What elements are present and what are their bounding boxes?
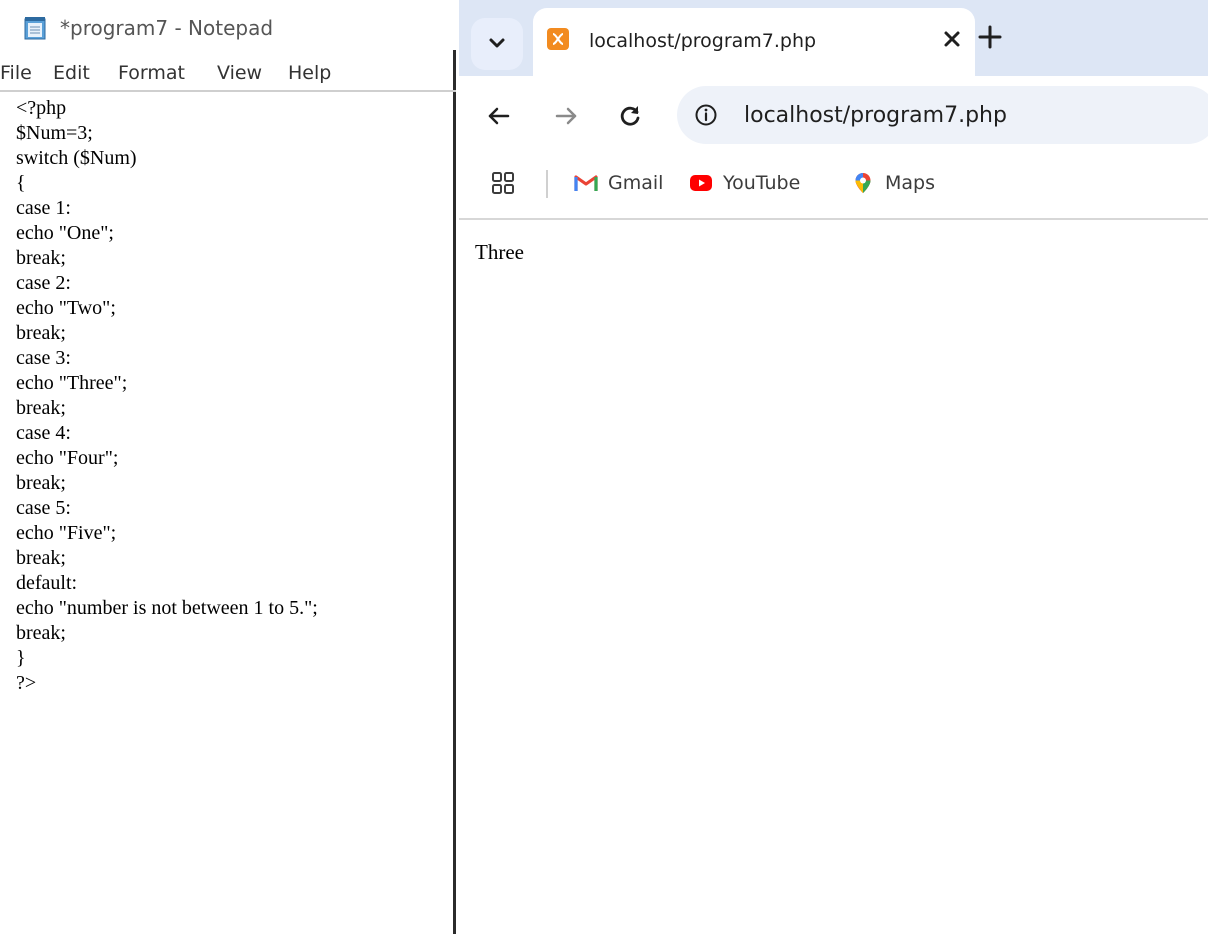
maps-icon xyxy=(855,173,871,193)
code-line: $Num=3; xyxy=(16,122,93,144)
code-line: break; xyxy=(16,472,66,494)
code-line: } xyxy=(16,647,26,669)
bookmark-label: Gmail xyxy=(608,172,664,194)
notepad-menubar: File Edit Format View Help xyxy=(0,52,456,92)
browser-window: localhost/program7.php localhost/program… xyxy=(459,0,1208,934)
bookmarks-bar: Gmail YouTube Maps xyxy=(459,154,1208,220)
code-line: switch ($Num) xyxy=(16,147,137,169)
code-line: break; xyxy=(16,247,66,269)
code-line: echo "Three"; xyxy=(16,372,128,394)
site-info-icon[interactable] xyxy=(694,103,718,127)
browser-toolbar: localhost/program7.php xyxy=(459,76,1208,154)
code-line: <?php xyxy=(16,97,67,119)
code-line: case 5: xyxy=(16,497,71,519)
code-line: echo "number is not between 1 to 5."; xyxy=(16,597,318,619)
tab-strip: localhost/program7.php xyxy=(459,0,1208,76)
menu-format[interactable]: Format xyxy=(118,62,185,84)
bookmark-label: YouTube xyxy=(723,172,801,194)
tab-active[interactable]: localhost/program7.php xyxy=(533,8,975,76)
code-line: case 1: xyxy=(16,197,71,219)
code-line: echo "Five"; xyxy=(16,522,117,544)
code-line: break; xyxy=(16,547,66,569)
php-output-text: Three xyxy=(475,240,524,264)
code-line: break; xyxy=(16,622,66,644)
notepad-text-area[interactable]: <?php $Num=3; switch ($Num) { case 1: ec… xyxy=(16,96,446,696)
menu-file[interactable]: File xyxy=(0,62,32,84)
code-line: case 2: xyxy=(16,272,71,294)
gmail-icon xyxy=(574,175,598,191)
xampp-favicon-icon xyxy=(547,28,569,50)
code-line: case 4: xyxy=(16,422,71,444)
code-line: echo "One"; xyxy=(16,222,114,244)
code-line: echo "Four"; xyxy=(16,447,119,469)
code-line: echo "Two"; xyxy=(16,297,116,319)
new-tab-plus-icon[interactable] xyxy=(975,22,1005,52)
forward-arrow-icon[interactable] xyxy=(553,103,579,129)
reload-icon[interactable] xyxy=(617,103,643,129)
code-line: { xyxy=(16,172,26,194)
code-line: default: xyxy=(16,572,78,594)
notepad-title: *program7 - Notepad xyxy=(60,16,274,40)
tab-title: localhost/program7.php xyxy=(589,30,817,52)
bookmark-label: Maps xyxy=(885,172,935,194)
notepad-app-icon xyxy=(24,17,46,40)
page-content: Three xyxy=(459,220,1208,934)
menu-help[interactable]: Help xyxy=(288,62,331,84)
menu-edit[interactable]: Edit xyxy=(53,62,90,84)
code-line: ?> xyxy=(16,672,37,694)
apps-grid-icon[interactable] xyxy=(492,172,514,194)
url-text: localhost/program7.php xyxy=(744,103,1007,128)
code-line: break; xyxy=(16,322,66,344)
bookmarks-separator xyxy=(546,170,548,198)
address-bar[interactable]: localhost/program7.php xyxy=(677,86,1208,144)
chevron-down-icon xyxy=(489,38,505,48)
youtube-icon xyxy=(690,175,712,191)
notepad-titlebar: *program7 - Notepad xyxy=(0,0,456,50)
notepad-window: *program7 - Notepad File Edit Format Vie… xyxy=(0,0,456,934)
close-icon[interactable] xyxy=(940,27,964,51)
code-line: case 3: xyxy=(16,347,71,369)
menu-view[interactable]: View xyxy=(217,62,262,84)
code-line: break; xyxy=(16,397,66,419)
tab-search-button[interactable] xyxy=(471,18,523,70)
back-arrow-icon[interactable] xyxy=(486,103,512,129)
